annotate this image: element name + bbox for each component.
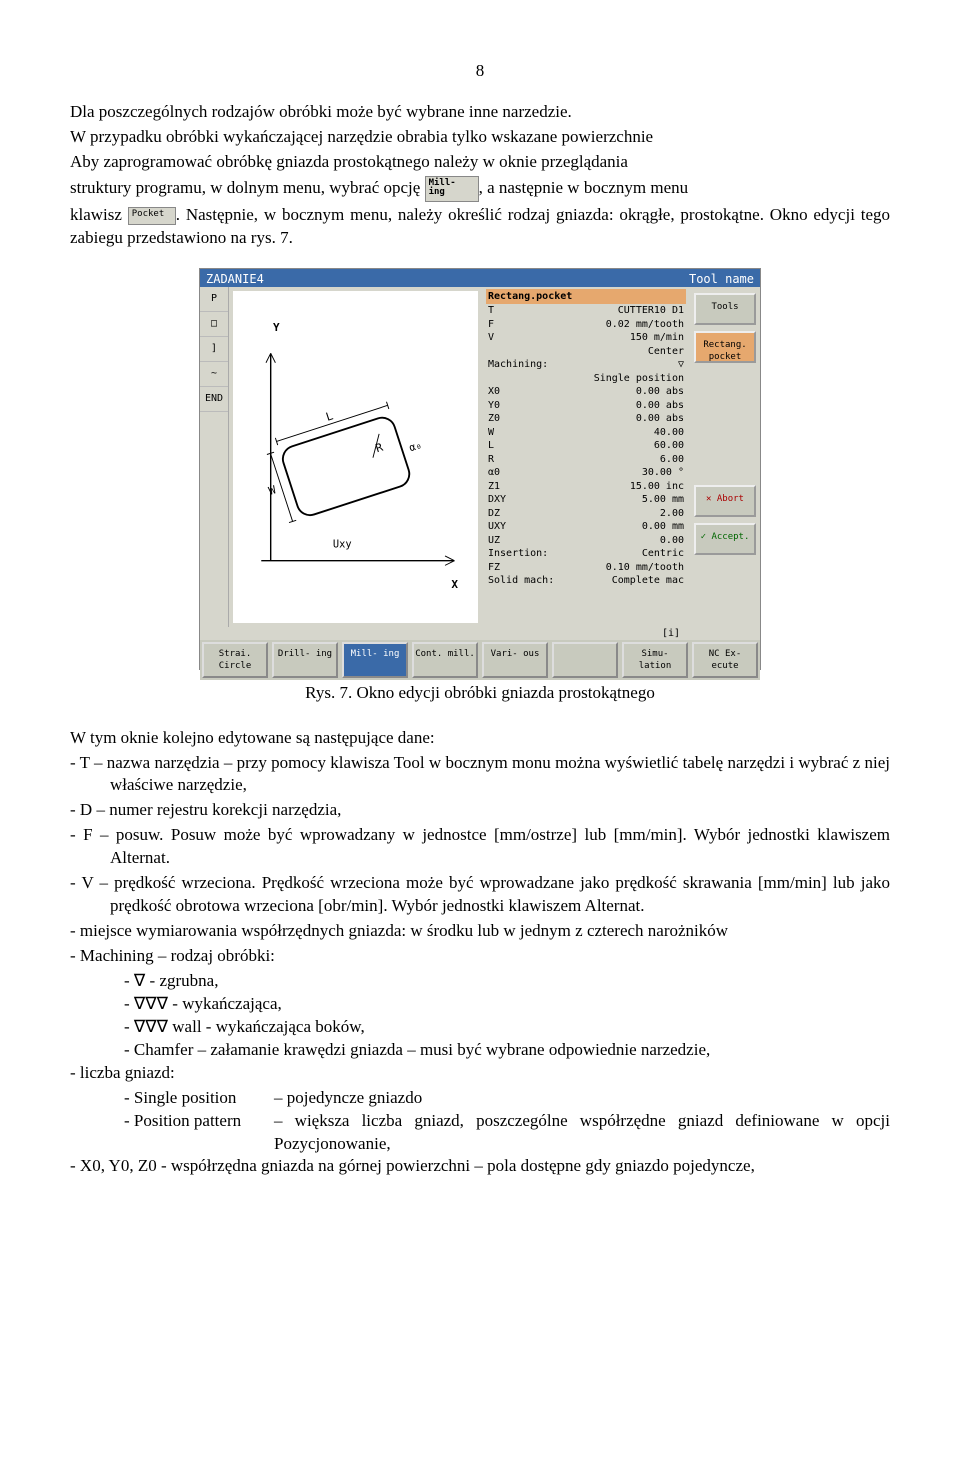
- machining-sub3: - ∇∇∇ wall - wykańczająca boków,: [124, 1016, 890, 1039]
- accept-button[interactable]: ✓ Accept.: [694, 523, 756, 555]
- param-row: Center: [486, 345, 686, 359]
- param-row: Insertion:Centric: [486, 547, 686, 561]
- tools-button[interactable]: Tools: [694, 293, 756, 325]
- fbtn-drilling[interactable]: Drill- ing: [272, 642, 338, 678]
- text: struktury programu, w dolnym menu, wybra…: [70, 178, 425, 197]
- item-miejsce: - miejsce wymiarowania współrzędnych gni…: [82, 920, 890, 943]
- parameters-panel: Rectang.pocket TCUTTER10 D1F0.02 mm/toot…: [482, 287, 690, 627]
- param-row: Y00.00 abs: [486, 399, 686, 413]
- item-xyz: - X0, Y0, Z0 - współrzędna gniazda na gó…: [82, 1155, 890, 1178]
- right-button-bar: Tools Rectang. pocket ✕ Abort ✓ Accept.: [690, 287, 760, 627]
- param-row: X00.00 abs: [486, 385, 686, 399]
- cnc-editor-screenshot: ZADANIE4 Tool name P □ ] ~ END Y X: [199, 268, 761, 670]
- param-row: F0.02 mm/tooth: [486, 318, 686, 332]
- fbtn-execute[interactable]: NC Ex- ecute: [692, 642, 758, 678]
- abort-button[interactable]: ✕ Abort: [694, 485, 756, 517]
- param-row: W40.00: [486, 426, 686, 440]
- fbtn-various[interactable]: Vari- ous: [482, 642, 548, 678]
- param-row: DXY5.00 mm: [486, 493, 686, 507]
- figure-caption: Rys. 7. Okno edycji obróbki gniazda pros…: [70, 682, 890, 705]
- params-header: Rectang.pocket: [486, 289, 686, 305]
- diagram-a0: α₀: [408, 439, 424, 454]
- param-row: R6.00: [486, 453, 686, 467]
- tool-wave[interactable]: ~: [200, 362, 228, 387]
- window-title: ZADANIE4: [206, 271, 264, 285]
- text: . Następnie, w bocznym menu, należy okre…: [70, 205, 890, 247]
- fbtn-strai-circle[interactable]: Strai. Circle: [202, 642, 268, 678]
- fbtn-milling[interactable]: Mill- ing: [342, 642, 408, 678]
- paragraph-2b: Aby zaprogramować obróbkę gniazda prosto…: [70, 151, 890, 174]
- bottom-menu: Strai. Circle Drill- ing Mill- ing Cont.…: [200, 640, 760, 680]
- param-row: L60.00: [486, 439, 686, 453]
- tool-rect[interactable]: □: [200, 312, 228, 337]
- machining-sub1: - ∇ - zgrubna,: [124, 970, 890, 993]
- param-row: UXY0.00 mm: [486, 520, 686, 534]
- param-row: Machining:▽: [486, 358, 686, 372]
- pos-single: - Single position – pojedyncze gniazdo: [124, 1087, 890, 1110]
- window-titlebar: ZADANIE4 Tool name: [200, 269, 760, 287]
- diagram-R: R: [374, 440, 385, 455]
- tool-bracket[interactable]: ]: [200, 337, 228, 362]
- param-row: TCUTTER10 D1: [486, 304, 686, 318]
- pos-single-label: - Single position: [124, 1087, 274, 1110]
- param-row: Single position: [486, 372, 686, 386]
- item-T: - T – nazwa narzędzia – przy pomocy klaw…: [110, 752, 890, 798]
- param-row: Z00.00 abs: [486, 412, 686, 426]
- param-row: DZ2.00: [486, 507, 686, 521]
- machining-sub4: - Chamfer – załamanie krawędzi gniazda –…: [124, 1039, 890, 1062]
- item-F: - F – posuw. Posuw może być wprowadzany …: [110, 824, 890, 870]
- rectang-pocket-button[interactable]: Rectang. pocket: [694, 331, 756, 363]
- item-V: - V – prędkość wrzeciona. Prędkość wrzec…: [110, 872, 890, 918]
- item-D: - D – numer rejestru korekcji narzędzia,: [70, 799, 890, 822]
- text: Aby zaprogramować obróbkę gniazda prosto…: [70, 152, 628, 171]
- paragraph-2a: W przypadku obróbki wykańczającej narzęd…: [70, 126, 890, 149]
- paragraph-2c: struktury programu, w dolnym menu, wybra…: [70, 176, 890, 202]
- axis-x-label: X: [451, 578, 458, 593]
- liczba-header: - liczba gniazd:: [70, 1062, 890, 1085]
- param-row: Solid mach:Complete mac: [486, 574, 686, 588]
- machining-header: - Machining – rodzaj obróbki:: [70, 945, 890, 968]
- machining-sub2: - ∇∇∇ - wykańczająca,: [124, 993, 890, 1016]
- milling-button-inline: Mill- ing: [425, 176, 479, 202]
- titlebar-right: Tool name: [689, 271, 754, 285]
- param-row: Z115.00 inc: [486, 480, 686, 494]
- pos-pattern: - Position pattern – większa liczba gnia…: [124, 1110, 890, 1156]
- tool-end[interactable]: END: [200, 387, 228, 412]
- paragraph-2e: klawisz Pocket. Następnie, w bocznym men…: [70, 204, 890, 250]
- axis-y-label: Y: [273, 321, 280, 336]
- text: , a następnie w bocznym menu: [479, 178, 689, 197]
- diagram-L: L: [324, 409, 335, 424]
- text: klawisz: [70, 205, 128, 224]
- pos-pattern-desc: – większa liczba gniazd, poszczególne ws…: [274, 1110, 890, 1156]
- pos-single-desc: – pojedyncze gniazdo: [274, 1087, 890, 1110]
- param-row: V150 m/min: [486, 331, 686, 345]
- info-label: [i]: [200, 627, 760, 641]
- param-row: UZ0.00: [486, 534, 686, 548]
- pos-pattern-label: - Position pattern: [124, 1110, 274, 1156]
- tool-p[interactable]: P: [200, 287, 228, 312]
- pocket-button-inline: Pocket: [128, 207, 176, 225]
- param-row: FZ0.10 mm/tooth: [486, 561, 686, 575]
- diagram-W: W: [267, 483, 278, 498]
- left-toolbar: P □ ] ~ END: [200, 287, 229, 627]
- fbtn-blank[interactable]: [552, 642, 618, 678]
- page-number: 8: [70, 60, 890, 83]
- fbtn-simulation[interactable]: Simu- lation: [622, 642, 688, 678]
- pocket-diagram: Y X L W: [233, 291, 478, 623]
- param-row: α030.00 °: [486, 466, 686, 480]
- paragraph-1: Dla poszczególnych rodzajów obróbki może…: [70, 101, 890, 124]
- diagram-U: Uxy: [333, 538, 352, 550]
- list-intro: W tym oknie kolejno edytowane są następu…: [70, 727, 890, 750]
- fbtn-cont-mill[interactable]: Cont. mill.: [412, 642, 478, 678]
